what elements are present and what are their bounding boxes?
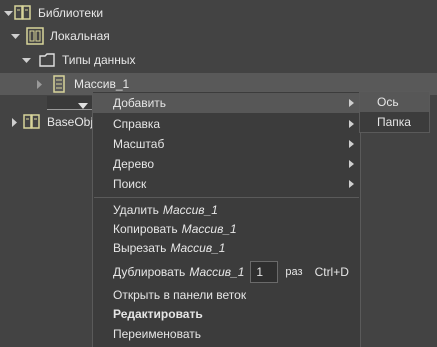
menu-item-label: Добавить bbox=[113, 96, 167, 110]
menu-item-scale[interactable]: Масштаб bbox=[93, 134, 360, 154]
library-icon bbox=[23, 113, 41, 131]
expand-arrow-icon[interactable] bbox=[3, 8, 13, 18]
menu-item-add[interactable]: Добавить bbox=[93, 93, 360, 113]
library-icon bbox=[14, 4, 32, 22]
menu-item-duplicate[interactable]: Дублировать Массив_1 1 раз Ctrl+D bbox=[93, 260, 360, 284]
menu-item-target: Массив_1 bbox=[189, 265, 245, 279]
submenu-item-axis[interactable]: Ось bbox=[360, 92, 429, 112]
menu-item-delete[interactable]: Удалить Массив_1 bbox=[93, 200, 360, 220]
menu-item-label: Открыть в панели веток bbox=[113, 288, 247, 302]
tree-label: Типы данных bbox=[62, 53, 136, 67]
submenu-arrow-icon bbox=[349, 160, 354, 168]
tree-item-libraries[interactable]: Библиотеки bbox=[0, 2, 103, 24]
expand-arrow-icon[interactable] bbox=[10, 31, 20, 41]
menu-item-target: Массив_1 bbox=[181, 222, 237, 236]
rename-dropdown[interactable] bbox=[47, 96, 93, 110]
folder-icon bbox=[38, 51, 56, 69]
tree-item-baseobj[interactable]: BaseObj bbox=[0, 111, 93, 133]
menu-item-help[interactable]: Справка bbox=[93, 114, 360, 134]
menu-item-edit[interactable]: Редактировать bbox=[93, 304, 360, 324]
menu-item-target: Массив_1 bbox=[170, 241, 226, 255]
menu-item-label: Вырезать bbox=[113, 241, 167, 255]
submenu-arrow-icon bbox=[349, 120, 354, 128]
duplicate-count-input[interactable]: 1 bbox=[250, 261, 279, 283]
collapse-arrow-icon[interactable] bbox=[9, 117, 19, 127]
submenu-arrow-icon bbox=[349, 99, 354, 107]
submenu-item-label: Папка bbox=[377, 115, 411, 129]
menu-item-label: Редактировать bbox=[113, 307, 203, 321]
expand-arrow-icon[interactable] bbox=[21, 55, 31, 65]
menu-item-label: Дублировать bbox=[113, 265, 186, 279]
local-library-icon bbox=[26, 27, 44, 45]
menu-separator bbox=[94, 197, 359, 198]
context-menu: Добавить Справка Масштаб Дерево Поиск Уд… bbox=[92, 91, 361, 347]
tree-item-local[interactable]: Локальная bbox=[0, 25, 110, 47]
tree-item-data-types[interactable]: Типы данных bbox=[0, 49, 136, 71]
menu-item-tree[interactable]: Дерево bbox=[93, 154, 360, 174]
add-submenu: Ось Папка bbox=[359, 91, 430, 133]
submenu-arrow-icon bbox=[349, 140, 354, 148]
menu-item-label: Масштаб bbox=[113, 137, 165, 151]
duplicate-unit: раз bbox=[285, 266, 303, 278]
menu-item-label: Копировать bbox=[113, 222, 178, 236]
menu-item-cut[interactable]: Вырезать Массив_1 bbox=[93, 238, 360, 258]
menu-item-label: Дерево bbox=[113, 157, 155, 171]
tree-label: BaseObj bbox=[47, 115, 94, 129]
submenu-item-folder[interactable]: Папка bbox=[360, 112, 429, 132]
menu-item-label: Переименовать bbox=[113, 327, 201, 341]
menu-item-open-in-branch-panel[interactable]: Открыть в панели веток bbox=[93, 285, 360, 305]
submenu-arrow-icon bbox=[349, 180, 354, 188]
menu-item-target: Массив_1 bbox=[162, 203, 218, 217]
menu-item-label: Удалить bbox=[113, 203, 159, 217]
submenu-item-label: Ось bbox=[377, 95, 399, 109]
menu-item-rename[interactable]: Переименовать bbox=[93, 324, 360, 344]
menu-item-label: Справка bbox=[113, 117, 161, 131]
tree-label: Локальная bbox=[50, 29, 110, 43]
collapse-arrow-icon[interactable] bbox=[34, 79, 44, 89]
duplicate-shortcut: Ctrl+D bbox=[314, 265, 349, 279]
tree-label: Библиотеки bbox=[38, 6, 104, 20]
menu-item-search[interactable]: Поиск bbox=[93, 174, 360, 194]
menu-item-label: Поиск bbox=[113, 177, 147, 191]
array-icon bbox=[50, 75, 68, 93]
menu-item-copy[interactable]: Копировать Массив_1 bbox=[93, 219, 360, 239]
tree-label: Массив_1 bbox=[74, 77, 130, 91]
